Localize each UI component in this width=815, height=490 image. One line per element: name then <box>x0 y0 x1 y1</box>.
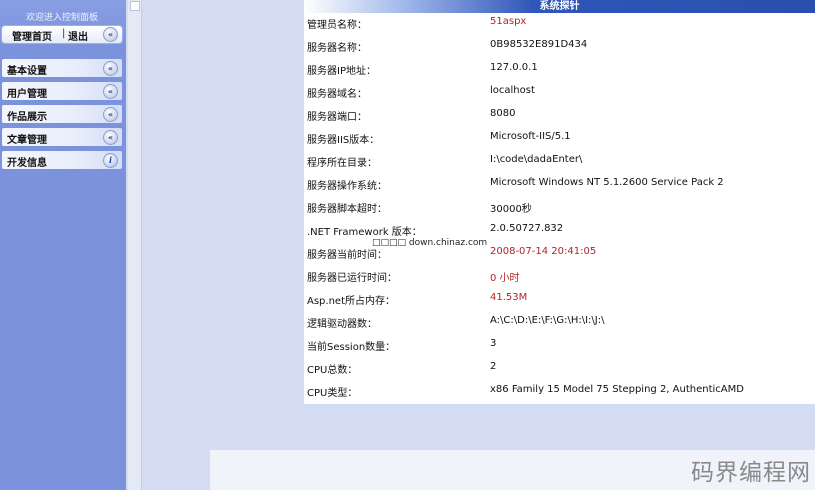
row-value: 2008-07-14 20:41:05 <box>490 246 597 257</box>
row-label: 服务器IP地址： <box>307 66 376 77</box>
row-value: 0 小时 <box>490 273 520 284</box>
home-link[interactable]: 管理首页 <box>12 28 52 43</box>
row-value: 41.53M <box>490 292 528 303</box>
table-row: 服务器IP地址： 127.0.0.1 <box>304 59 815 82</box>
table-row: 服务器已运行时间： 0 小时 <box>304 266 815 289</box>
collapse-icon[interactable]: « <box>103 61 118 76</box>
row-label: 当前Session数量： <box>307 342 396 353</box>
row-value: 2 <box>490 361 497 372</box>
row-value: 8080 <box>490 108 516 119</box>
frame-divider <box>128 0 142 490</box>
sidebar-item-5[interactable]: 开发信息 i <box>2 151 122 169</box>
sidebar-item-label: 用户管理 <box>7 89 47 100</box>
row-value: 2.0.50727.832 <box>490 223 564 234</box>
collapse-icon[interactable]: « <box>103 27 118 42</box>
sidebar-item-label: 文章管理 <box>7 135 47 146</box>
row-value: I:\code\dadaEnter\ <box>490 154 583 165</box>
row-label: 逻辑驱动器数： <box>307 319 377 330</box>
row-value: localhost <box>490 85 535 96</box>
row-label: 服务器当前时间： <box>307 250 387 261</box>
table-row: 程序所在目录： I:\code\dadaEnter\ <box>304 151 815 174</box>
row-label: 服务器已运行时间： <box>307 273 397 284</box>
sidebar-item-label: 作品展示 <box>7 112 47 123</box>
row-value: 127.0.0.1 <box>490 62 538 73</box>
table-row: 服务器操作系统： Microsoft Windows NT 5.1.2600 Se… <box>304 174 815 197</box>
logout-link[interactable]: 退出 <box>68 28 88 43</box>
table-row: 服务器端口： 8080 <box>304 105 815 128</box>
sidebar-item-3[interactable]: 作品展示 « <box>2 105 122 123</box>
frame-toggle-button[interactable] <box>130 1 140 11</box>
row-value: x86 Family 15 Model 75 Stepping 2, Authe… <box>490 384 744 395</box>
table-row: 服务器名称： 0B98532E891D434 <box>304 36 815 59</box>
collapse-icon[interactable]: « <box>103 84 118 99</box>
table-row: 服务器脚本超时： 30000秒 <box>304 197 815 220</box>
table-row: 当前Session数量： 3 <box>304 335 815 358</box>
home-bar: 管理首页 | 退出 « <box>2 26 122 43</box>
row-label: .NET Framework 版本： <box>307 227 422 238</box>
sidebar-header: 欢迎进入控制面板 管理首页 | 退出 « <box>0 0 126 46</box>
table-row: Asp.net所占内存： 41.53M <box>304 289 815 312</box>
row-label: 程序所在目录： <box>307 158 377 169</box>
sidebar-menu: 基本设置 « 用户管理 « 作品展示 « 文章管理 « 开发信息 i <box>2 59 122 174</box>
row-value: Microsoft-IIS/5.1 <box>490 131 571 142</box>
collapse-icon[interactable]: « <box>103 107 118 122</box>
site-logo: 码界编程网 <box>691 460 811 486</box>
watermark-text: □□□□ down.chinaz.com <box>372 238 488 248</box>
link-separator: | <box>62 28 66 39</box>
row-value: Microsoft Windows NT 5.1.2600 Service Pa… <box>490 177 724 188</box>
table-row: 服务器IIS版本： Microsoft-IIS/5.1 <box>304 128 815 151</box>
table-row: CPU总数： 2 <box>304 358 815 381</box>
panel-header: 系统探针 <box>304 0 815 13</box>
system-probe-panel: 系统探针 管理员名称： 51aspx 服务器名称： 0B98532E891D434 服务… <box>304 0 815 404</box>
welcome-text: 欢迎进入控制面板 <box>25 13 98 23</box>
sidebar-item-4[interactable]: 文章管理 « <box>2 128 122 146</box>
row-label: Asp.net所占内存： <box>307 296 395 307</box>
info-icon[interactable]: i <box>103 153 118 168</box>
row-value: 30000秒 <box>490 204 532 215</box>
row-label: 服务器名称： <box>307 43 367 54</box>
row-label: 服务器端口： <box>307 112 367 123</box>
row-value: 51aspx <box>490 16 527 27</box>
sidebar-item-1[interactable]: 基本设置 « <box>2 59 122 77</box>
row-value: 3 <box>490 338 497 349</box>
table-row: CPU类型： x86 Family 15 Model 75 Stepping 2,… <box>304 381 815 404</box>
row-label: CPU总数： <box>307 365 358 376</box>
row-value: A:\C:\D:\E:\F:\G:\H:\I:\J:\ <box>490 315 605 326</box>
row-label: 服务器域名： <box>307 89 367 100</box>
sidebar-item-2[interactable]: 用户管理 « <box>2 82 122 100</box>
row-label: 服务器IIS版本： <box>307 135 380 146</box>
sidebar-item-label: 开发信息 <box>7 158 47 169</box>
row-value: 0B98532E891D434 <box>490 39 588 50</box>
sidebar: 欢迎进入控制面板 管理首页 | 退出 « 基本设置 «用户管理 «作品展示 «文章管理… <box>0 0 126 490</box>
panel-title: 系统探针 <box>539 1 580 12</box>
collapse-icon[interactable]: « <box>103 130 118 145</box>
table-row: 逻辑驱动器数： A:\C:\D:\E:\F:\G:\H:\I:\J:\ <box>304 312 815 335</box>
row-label: CPU类型： <box>307 388 358 399</box>
table-row: 服务器域名： localhost <box>304 82 815 105</box>
sidebar-item-label: 基本设置 <box>7 66 47 77</box>
info-table: 管理员名称： 51aspx 服务器名称： 0B98532E891D434 服务器IP地址… <box>304 13 815 404</box>
row-label: 服务器操作系统： <box>307 181 387 192</box>
row-label: 服务器脚本超时： <box>307 204 387 215</box>
table-row: 管理员名称： 51aspx <box>304 13 815 36</box>
row-label: 管理员名称： <box>307 20 367 31</box>
